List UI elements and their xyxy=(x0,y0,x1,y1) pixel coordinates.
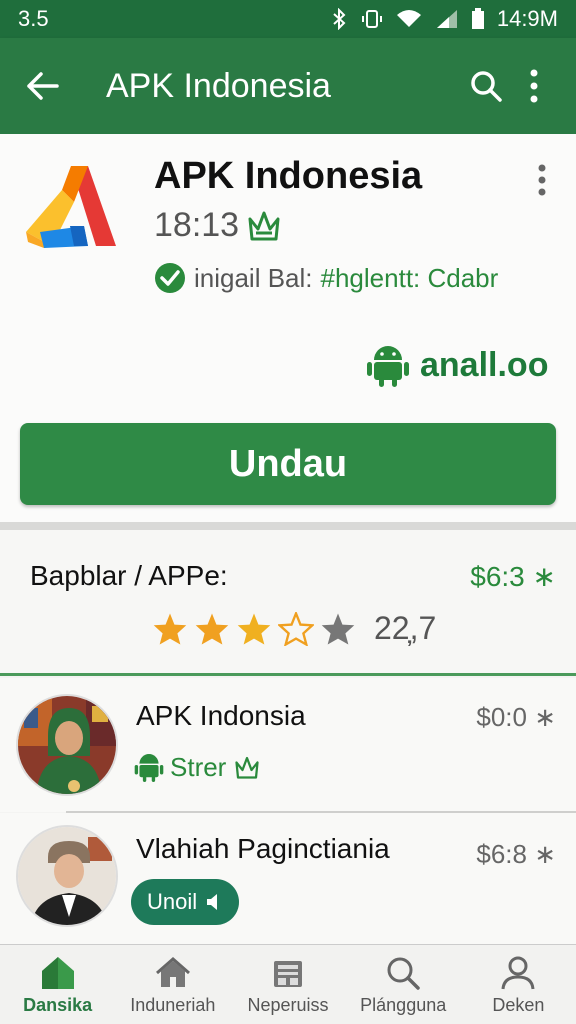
nav-label: Deken xyxy=(492,995,545,1015)
status-time-left: 3.5 xyxy=(18,6,49,31)
nav-item-dansika[interactable]: Dansika xyxy=(0,945,115,1024)
install-pill-button[interactable]: Unoil xyxy=(131,879,240,925)
battery-icon xyxy=(471,8,484,29)
android-icon xyxy=(134,754,164,782)
rating-summary xyxy=(0,530,576,675)
list-item-price: $6:8 ∗ xyxy=(476,839,556,869)
list-item-title: Vlahiah Paginctiania xyxy=(136,833,390,864)
more-vert-icon xyxy=(530,69,538,103)
nav-label: Plángguna xyxy=(360,995,447,1015)
platform-label: anall.oo xyxy=(420,345,549,384)
app-more-icon[interactable] xyxy=(528,162,556,198)
summary-title: Bapblar / APPe: xyxy=(30,560,228,591)
status-time-right: 14:9M xyxy=(496,6,558,31)
summary-price: $6:3 ∗ xyxy=(470,561,556,592)
nav-item-neperuiss[interactable]: Neperuiss xyxy=(230,945,345,1024)
star-filled-icon xyxy=(237,612,271,645)
overflow-menu-button[interactable] xyxy=(510,62,558,110)
home-icon xyxy=(41,957,74,989)
back-arrow-icon xyxy=(27,72,59,100)
nav-item-induneriah[interactable]: Induneriah xyxy=(115,945,230,1024)
status-bar: 3.5 14:9M xyxy=(0,0,576,38)
list-item-title: APK Indonsia xyxy=(136,700,306,731)
nav-item-deken[interactable]: Deken xyxy=(461,945,576,1024)
nav-label: Neperuiss xyxy=(247,995,329,1015)
signal-icon xyxy=(436,10,457,28)
list-item-tag: Strer xyxy=(134,750,262,784)
android-icon xyxy=(367,346,409,387)
crown-icon xyxy=(235,756,259,779)
volume-icon xyxy=(207,894,218,910)
verified-developer: #hglentt: Cdabr xyxy=(320,262,499,293)
star-outline-icon xyxy=(278,611,314,646)
avatar xyxy=(16,694,118,796)
bluetooth-icon xyxy=(333,8,346,30)
star-filled-icon xyxy=(195,612,229,645)
wifi-icon xyxy=(396,10,421,27)
list-item[interactable]: APK Indonsia $0:0 ∗ Strer xyxy=(0,678,576,812)
store-icon xyxy=(274,961,302,987)
person-icon xyxy=(501,956,535,990)
verified-row: inigail Bal: #hglentt: Cdabr xyxy=(154,262,498,294)
app-title: APK Indonesia xyxy=(154,155,423,197)
verified-label: inigail Bal: xyxy=(194,262,313,293)
avatar xyxy=(16,825,118,927)
search-icon xyxy=(471,71,502,102)
nav-item-plangguna[interactable]: Plángguna xyxy=(346,945,461,1024)
vibrate-icon xyxy=(361,10,382,28)
house-icon xyxy=(155,957,190,987)
pill-label: Unoil xyxy=(147,889,198,914)
green-divider xyxy=(0,673,576,676)
nav-label: Induneriah xyxy=(130,995,216,1015)
nav-label: Dansika xyxy=(23,995,93,1015)
platform-row: anall.oo xyxy=(366,342,548,388)
app-bar-title: APK Indonesia xyxy=(106,66,331,105)
list-item-tag-label: Strer xyxy=(170,751,227,782)
bottom-navigation: Dansika Induneriah Neperuiss Plángguna D… xyxy=(0,944,576,1024)
search-icon xyxy=(387,957,420,990)
check-circle-icon xyxy=(155,263,185,293)
list-item-price: $0:0 ∗ xyxy=(476,702,556,732)
app-time: 18:13 xyxy=(154,206,240,244)
star-gray-icon xyxy=(321,612,355,645)
app-logo-icon xyxy=(26,166,116,248)
search-button[interactable] xyxy=(462,62,510,110)
app-bar: APK Indonesia xyxy=(0,38,576,134)
rating-stars: 22̦,7 xyxy=(152,610,436,647)
list-item[interactable]: Vlahiah Paginctiania $6:8 ∗ Unoil xyxy=(0,813,576,947)
section-divider xyxy=(0,522,576,530)
crown-icon xyxy=(248,211,280,241)
install-button[interactable]: Undau xyxy=(20,423,556,505)
back-button[interactable] xyxy=(18,62,66,110)
star-filled-icon xyxy=(153,612,187,645)
rating-count: 22̦,7 xyxy=(374,610,437,646)
